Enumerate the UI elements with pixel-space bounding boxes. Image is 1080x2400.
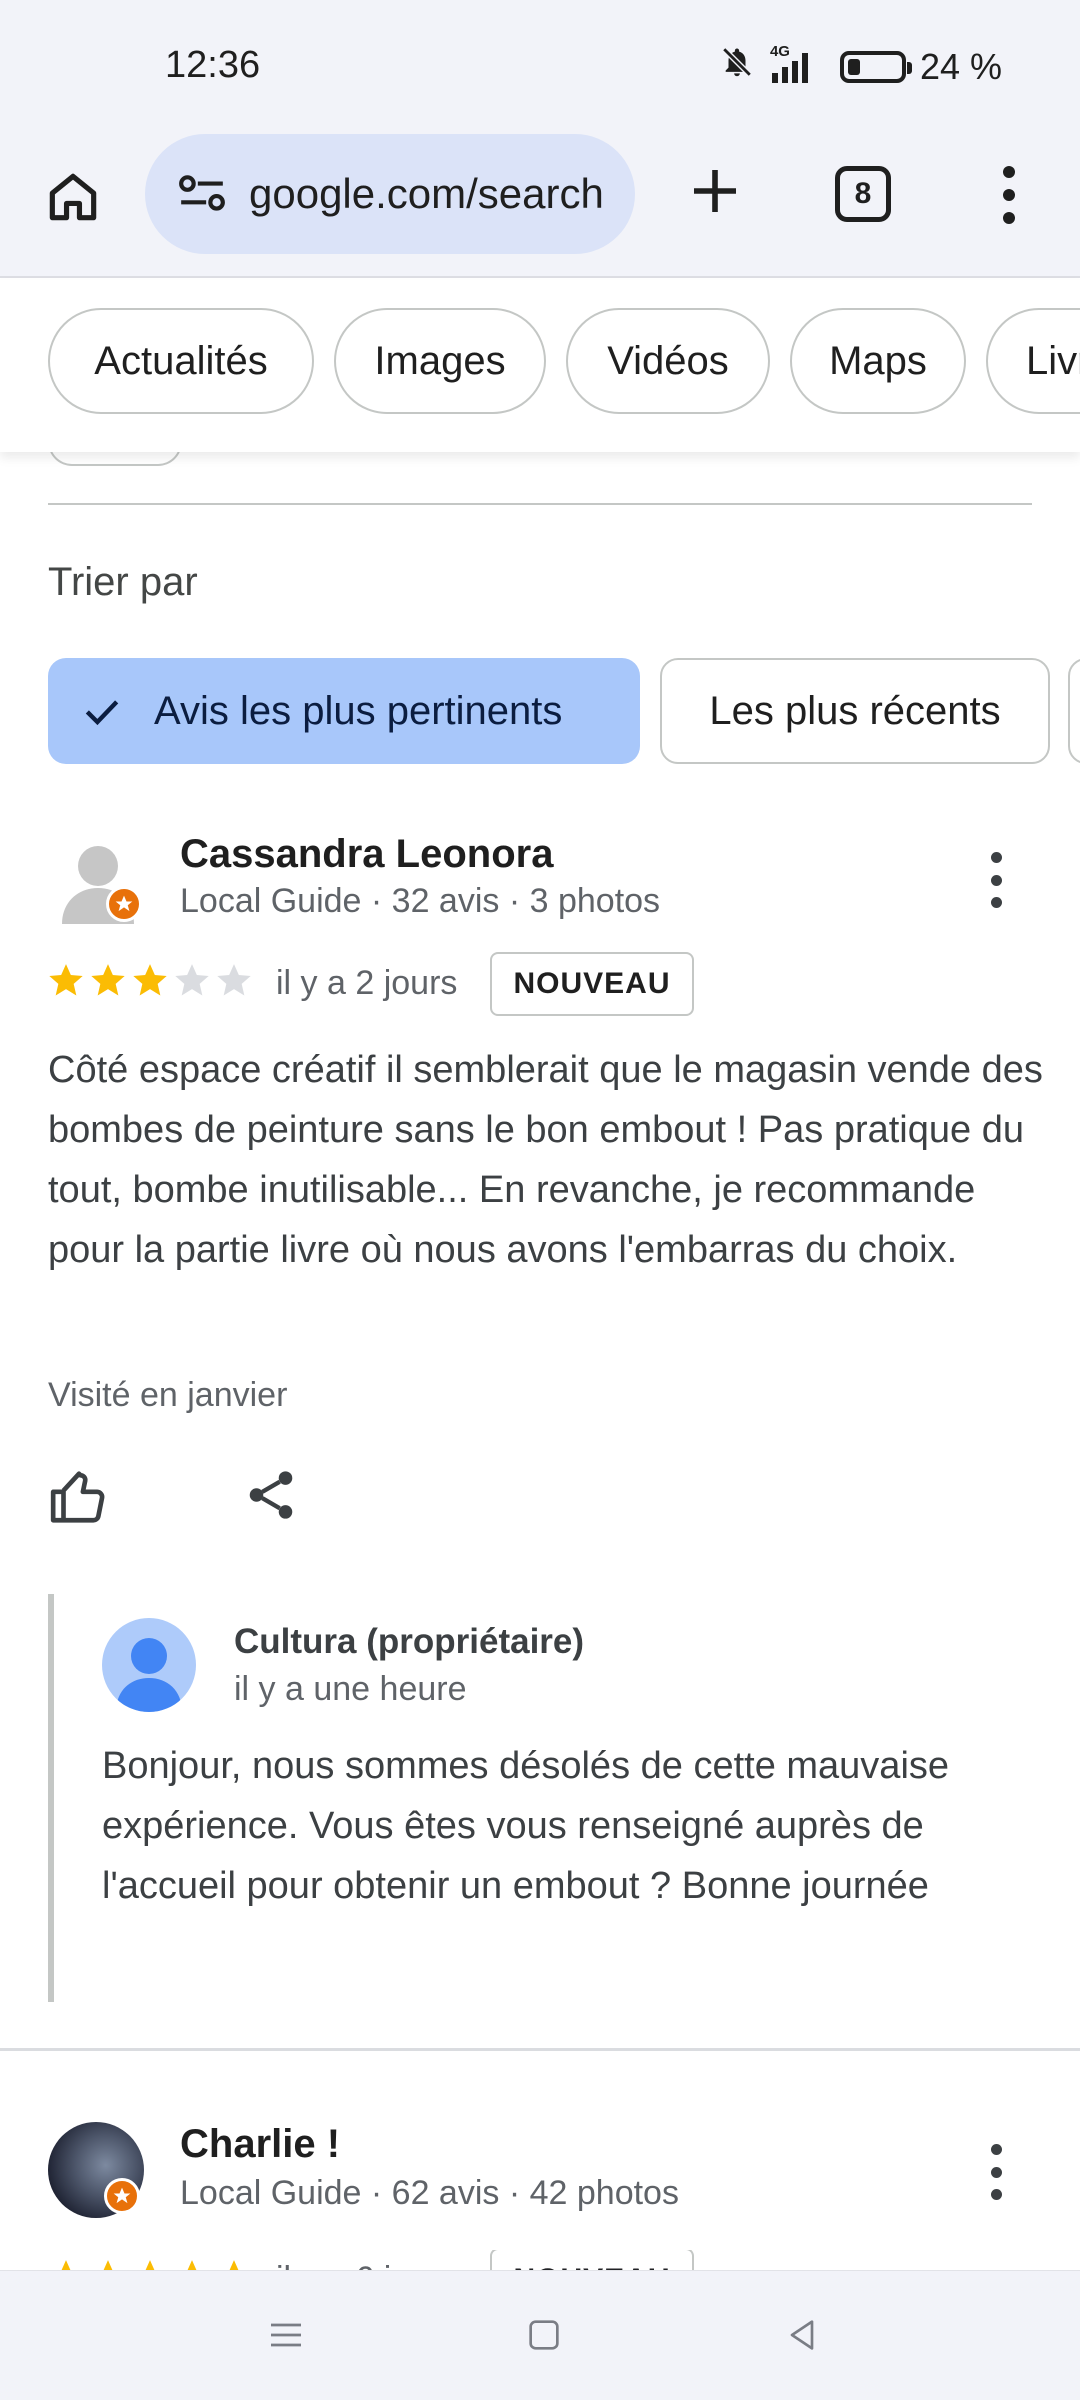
- home-button[interactable]: [36, 160, 110, 234]
- clipped-rating-row: il y a 6 jours NOUVEAU: [0, 2250, 1080, 2270]
- star-icon: [49, 964, 83, 996]
- star-icon: [229, 2260, 239, 2270]
- reviewer-name[interactable]: Cassandra Leonora: [180, 832, 553, 877]
- reviewer-name[interactable]: Charlie !: [180, 2122, 340, 2167]
- chip-maps[interactable]: Maps: [790, 308, 966, 414]
- visit-date: Visité en janvier: [48, 1376, 288, 1414]
- home-nav-button[interactable]: [520, 2311, 568, 2359]
- battery-icon: [839, 50, 912, 83]
- system-nav-bar: [0, 2270, 1080, 2400]
- star-icon: [103, 2260, 113, 2270]
- new-badge: NOUVEAU: [490, 952, 694, 1016]
- avatar[interactable]: [56, 836, 146, 926]
- owner-reply-time: il y a une heure: [234, 1670, 467, 1708]
- review-date: il y a 6 jours: [276, 2260, 457, 2270]
- share-icon: [249, 1471, 293, 1519]
- sort-most-recent[interactable]: Les plus récents: [660, 658, 1050, 764]
- star-icon: [133, 964, 167, 996]
- sort-most-relevant[interactable]: Avis les plus pertinents: [48, 658, 640, 764]
- star-empty-icon: [217, 964, 251, 996]
- new-tab-icon: [694, 170, 736, 212]
- reviewer-meta: Local Guide · 32 avis · 3 photos: [180, 882, 661, 920]
- star-empty-icon: [175, 964, 209, 996]
- chip-livres[interactable]: Livres: [986, 308, 1080, 414]
- recents-button[interactable]: [262, 2311, 310, 2359]
- url-bar[interactable]: google.com/search: [145, 134, 635, 254]
- review-more-button[interactable]: [984, 2144, 1008, 2200]
- sort-most-relevant-label: Avis les plus pertinents: [154, 688, 563, 733]
- owner-name: Cultura (propriétaire): [234, 1622, 585, 1661]
- tab-count: 8: [854, 177, 872, 210]
- sort-label: Trier par: [48, 560, 198, 604]
- review-more-button[interactable]: [984, 852, 1008, 908]
- tabs-button[interactable]: 8: [835, 166, 891, 222]
- chip-videos[interactable]: Vidéos: [566, 308, 770, 414]
- battery-level: [847, 58, 860, 75]
- star-rating: [46, 2256, 254, 2270]
- signal-icon: 4G: [768, 43, 820, 85]
- local-guide-badge-icon: [106, 886, 142, 922]
- battery-percent: 24 %: [919, 45, 1002, 87]
- back-button[interactable]: [778, 2311, 826, 2359]
- check-icon: [85, 700, 119, 726]
- square-icon: [529, 2320, 559, 2350]
- more-vert-icon: [990, 2144, 1002, 2155]
- star-icon: [91, 964, 125, 996]
- chip-actualites[interactable]: Actualités: [48, 308, 314, 414]
- menu-button[interactable]: [984, 160, 1034, 230]
- chip-images[interactable]: Images: [334, 308, 546, 414]
- review-divider: [0, 2048, 1080, 2051]
- thumb-up-icon: [50, 1471, 105, 1523]
- star-rating: [46, 960, 254, 1000]
- url-text: google.com/search: [249, 170, 604, 217]
- site-settings-icon: [179, 175, 225, 211]
- owner-avatar: [102, 1618, 196, 1712]
- status-time: 12:36: [165, 44, 261, 86]
- mute-icon: [720, 44, 754, 89]
- menu-icon: [1003, 166, 1015, 178]
- back-triangle-icon: [790, 2320, 814, 2350]
- status-bar: 12:36 4G 24 %: [0, 0, 1080, 130]
- reviewer-meta: Local Guide · 62 avis · 42 photos: [180, 2174, 679, 2212]
- divider: [48, 503, 1032, 505]
- star-icon: [145, 2260, 155, 2270]
- avatar[interactable]: [48, 2122, 144, 2218]
- more-vert-icon: [990, 852, 1002, 863]
- home-icon: [49, 173, 97, 221]
- status-icons: 4G 24 %: [720, 43, 1002, 89]
- sort-more-chip[interactable]: [1068, 658, 1080, 764]
- review-date: il y a 2 jours: [276, 964, 458, 1002]
- star-icon: [61, 2260, 71, 2270]
- menu-lines-icon: [271, 2323, 301, 2347]
- new-badge: NOUVEAU: [490, 2250, 694, 2270]
- like-button[interactable]: [48, 1466, 110, 1528]
- review-text: Côté espace créatif il semblerait que le…: [48, 1049, 1043, 1271]
- owner-reply-text: Bonjour, nous sommes désolés de cette ma…: [102, 1745, 950, 1907]
- person-icon: [116, 1638, 182, 1712]
- sort-most-recent-label: Les plus récents: [709, 688, 1001, 733]
- reply-indent-bar: [48, 1594, 54, 2002]
- new-tab-button[interactable]: [680, 156, 750, 226]
- share-button[interactable]: [242, 1466, 300, 1524]
- local-guide-badge-icon: [104, 2178, 140, 2214]
- star-icon: [187, 2260, 197, 2270]
- browser-toolbar: google.com/search 8: [0, 130, 1080, 278]
- filter-chips: Actualités Images Vidéos Maps Livres: [0, 280, 1080, 452]
